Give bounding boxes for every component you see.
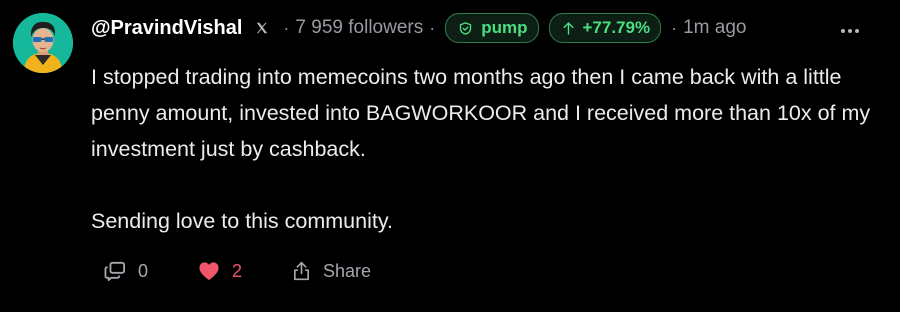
avatar-illustration: [13, 13, 73, 73]
like-button[interactable]: 2: [198, 261, 242, 282]
like-count: 2: [232, 260, 243, 281]
price-change-value: +77.79%: [582, 18, 651, 37]
arrow-up-icon: [562, 21, 575, 36]
heart-icon: [198, 261, 220, 281]
share-button[interactable]: Share: [292, 261, 371, 282]
shield-check-icon: [458, 21, 473, 36]
post-actions: 0 2 Share: [104, 257, 371, 285]
x-logo-icon[interactable]: [255, 21, 269, 35]
follower-count: 7 959 followers: [295, 17, 424, 38]
reply-count: 0: [138, 260, 149, 281]
reply-button[interactable]: 0: [104, 261, 148, 282]
post-paragraph: I stopped trading into memecoins two mon…: [91, 65, 871, 161]
separator-dot: ·: [283, 17, 290, 38]
post-timestamp: 1m ago: [683, 17, 747, 38]
token-tag[interactable]: pump: [445, 13, 539, 43]
separator-dot: ·: [429, 17, 436, 38]
post-card: @PravindVishal · 7 959 followers · pump: [0, 0, 900, 312]
avatar[interactable]: [13, 13, 73, 73]
token-tag-label: pump: [481, 18, 528, 37]
post-header: @PravindVishal · 7 959 followers · pump: [91, 13, 884, 43]
share-label: Share: [323, 260, 372, 281]
separator-dot: ·: [671, 17, 678, 38]
author-username[interactable]: @PravindVishal: [91, 17, 242, 40]
reply-icon: [104, 261, 126, 281]
post-body: I stopped trading into memecoins two mon…: [91, 59, 881, 239]
more-horizontal-icon: [840, 18, 860, 39]
post-paragraph: Sending love to this community.: [91, 209, 393, 233]
price-change-badge: +77.79%: [548, 13, 662, 43]
more-options-button[interactable]: [840, 13, 860, 43]
share-icon: [292, 261, 311, 281]
